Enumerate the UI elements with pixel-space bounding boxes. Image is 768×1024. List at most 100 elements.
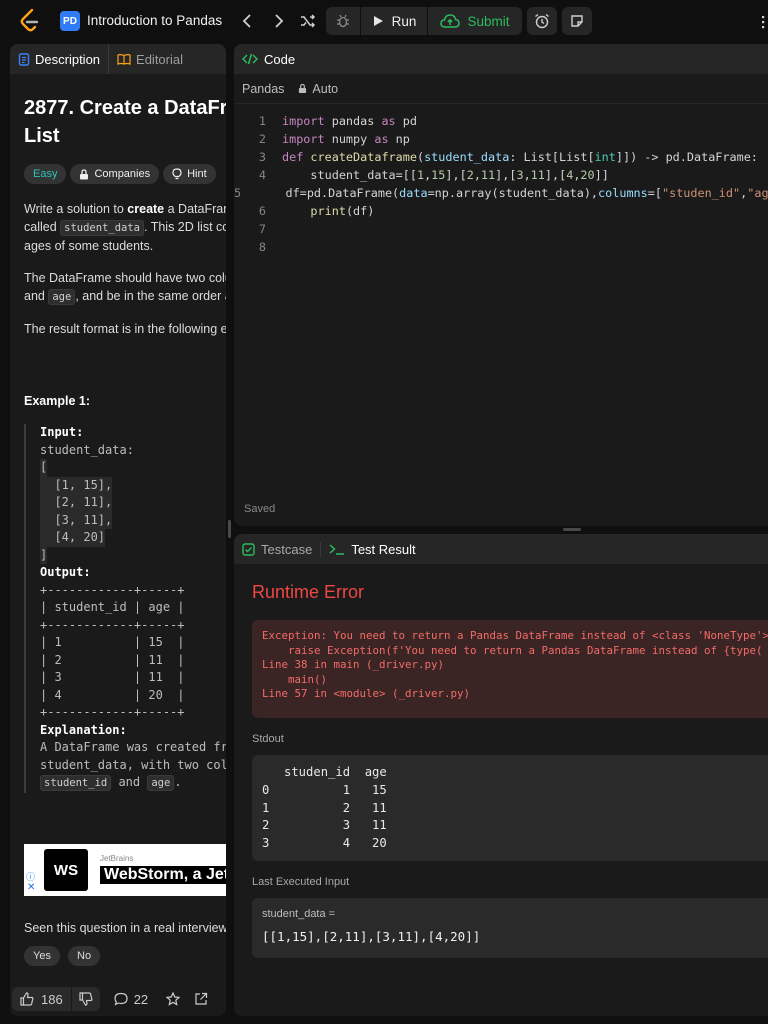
explanation-line2: student_data, with two columns: (40, 757, 226, 772)
book-icon (117, 54, 131, 65)
stdout-line: 2 3 11 (262, 818, 387, 833)
code-line: 2 import numpy as np (234, 130, 768, 148)
ad-text: WebStorm, a JetBrains IDE (100, 866, 226, 884)
debug-button[interactable] (326, 7, 360, 35)
stdout-line: studen_id age (262, 765, 387, 779)
comments-button[interactable]: 22 (114, 992, 148, 1007)
code-chip: age (147, 775, 175, 791)
play-icon (373, 16, 383, 26)
input-var: student_data: (40, 442, 134, 457)
problem-paragraph-3: The result format is in the following ex… (24, 322, 226, 336)
stdout-line: 3 4 20 (262, 836, 387, 851)
horizontal-resize-handle[interactable] (563, 528, 581, 531)
webstorm-logo: WS (41, 846, 91, 894)
ad-banner[interactable]: ⓘ ✕ WS JetBrains WebStorm, a JetBrains I… (24, 844, 226, 896)
yes-button[interactable]: Yes (24, 946, 60, 966)
line-number: 5 (234, 186, 242, 200)
code-editor[interactable]: 1 import pandas as pd 2 import numpy as np… (234, 104, 768, 256)
study-plan-icon[interactable]: PD (60, 11, 80, 31)
close-icon[interactable]: ✕ (27, 882, 35, 893)
line-number: 4 (258, 168, 266, 182)
input-row-text: [ (40, 459, 48, 477)
text: and (111, 775, 148, 789)
tab-testcase[interactable]: Testcase (242, 541, 322, 557)
text: . (174, 775, 182, 789)
auto-mode[interactable]: Auto (298, 82, 338, 96)
problem-title-line2: List (24, 125, 60, 147)
tab-editorial[interactable]: Editorial (108, 44, 191, 74)
document-icon (18, 52, 30, 66)
comment-count: 22 (133, 991, 149, 1007)
error-line: raise Exception(f'You need to return a P… (262, 643, 763, 657)
lock-icon (299, 83, 307, 93)
text: ages of some students. (24, 239, 154, 253)
code-line: 1 import pandas as pd (234, 112, 768, 130)
code-chip: student_id (40, 775, 112, 791)
input-row: [2, 11], (40, 494, 226, 512)
prev-problem-button[interactable] (238, 11, 256, 31)
code-line: 7 (234, 220, 768, 238)
stdout-line: 1 2 11 (262, 800, 387, 815)
like-button[interactable]: 186 (12, 987, 71, 1011)
input-row: [3, 11], (40, 511, 226, 529)
bug-icon (337, 14, 349, 28)
text: , and be in the same order as the origin… (75, 289, 226, 303)
text: The DataFrame should have two columns, (24, 271, 226, 285)
chevron-right-icon (275, 14, 284, 28)
timer-button[interactable] (527, 7, 557, 35)
code-line: 5 df=pd.DataFrame(data=np.array(student_… (234, 186, 768, 200)
tab-description-label: Description (35, 51, 101, 67)
dislike-button[interactable] (71, 987, 100, 1011)
explanation-line3: student_id and age. (40, 774, 226, 793)
shuffle-icon (301, 14, 316, 28)
text: Write a solution to (24, 202, 128, 216)
shuffle-button[interactable] (297, 11, 319, 31)
notes-button[interactable] (562, 7, 592, 35)
share-button[interactable] (194, 992, 208, 1006)
vertical-resize-handle[interactable] (228, 520, 231, 538)
input-label: Input: (40, 425, 84, 439)
note-icon (571, 15, 583, 27)
submit-button[interactable]: Submit (428, 7, 522, 35)
code-panel: Code Pandas Auto 1 import pandas as pd 2i… (234, 44, 768, 526)
code-line: 6 print(df) (234, 202, 768, 220)
tab-description[interactable]: Description (10, 44, 108, 74)
saved-status: Saved (244, 503, 276, 515)
seen-question-text: Seen this question in a real interview b… (24, 921, 226, 935)
text: called (24, 220, 61, 234)
problem-list-title[interactable]: Introduction to Pandas (87, 13, 222, 28)
input-row: [4, 20] (40, 529, 226, 547)
error-line: main() (262, 672, 328, 686)
companies-button[interactable]: Companies (70, 164, 160, 184)
code-line: 8 (234, 238, 768, 256)
thumbs-down-icon (79, 992, 93, 1006)
problem-title[interactable]: 2877. Create a DataFrame from List (24, 94, 226, 150)
code-icon (242, 53, 258, 65)
line-number: 3 (258, 150, 266, 164)
run-button[interactable]: Run (361, 7, 427, 35)
run-label: Run (391, 13, 417, 29)
example-heading: Example 1: (24, 394, 91, 408)
next-problem-button[interactable] (270, 11, 288, 31)
input-rows: [ [1, 15], [2, 11], [3, 11], [4, 20]] (40, 459, 226, 564)
output-row: | student_id | age | (40, 600, 185, 614)
last-input-box: student_data = [[1,15],[2,11],[3,11],[4,… (252, 898, 768, 958)
code-line: 3 def createDataframe(student_data: List[… (234, 148, 768, 166)
problem-paragraph-1: Write a solution to create a DataFrame f… (24, 200, 226, 255)
favorite-button[interactable] (166, 992, 181, 1006)
submit-label: Submit (467, 13, 510, 29)
result-status: Runtime Error (252, 582, 365, 602)
stdout-line: 0 1 15 (262, 782, 387, 797)
leetcode-logo-icon[interactable] (18, 8, 42, 34)
text-bold: create (127, 202, 165, 216)
language-select[interactable]: Pandas (242, 82, 284, 96)
problem-title-line1: 2877. Create a DataFrame from (24, 97, 226, 119)
layout-menu-icon[interactable] (756, 12, 768, 32)
no-button[interactable]: No (68, 946, 101, 966)
share-icon (195, 992, 208, 1005)
auto-label: Auto (312, 81, 339, 96)
hint-button[interactable]: Hint (163, 164, 216, 184)
input-row: [1, 15], (40, 476, 226, 494)
tab-testresult[interactable]: Test Result (321, 542, 423, 557)
error-line: Exception: You need to return a Pandas D… (262, 629, 768, 642)
